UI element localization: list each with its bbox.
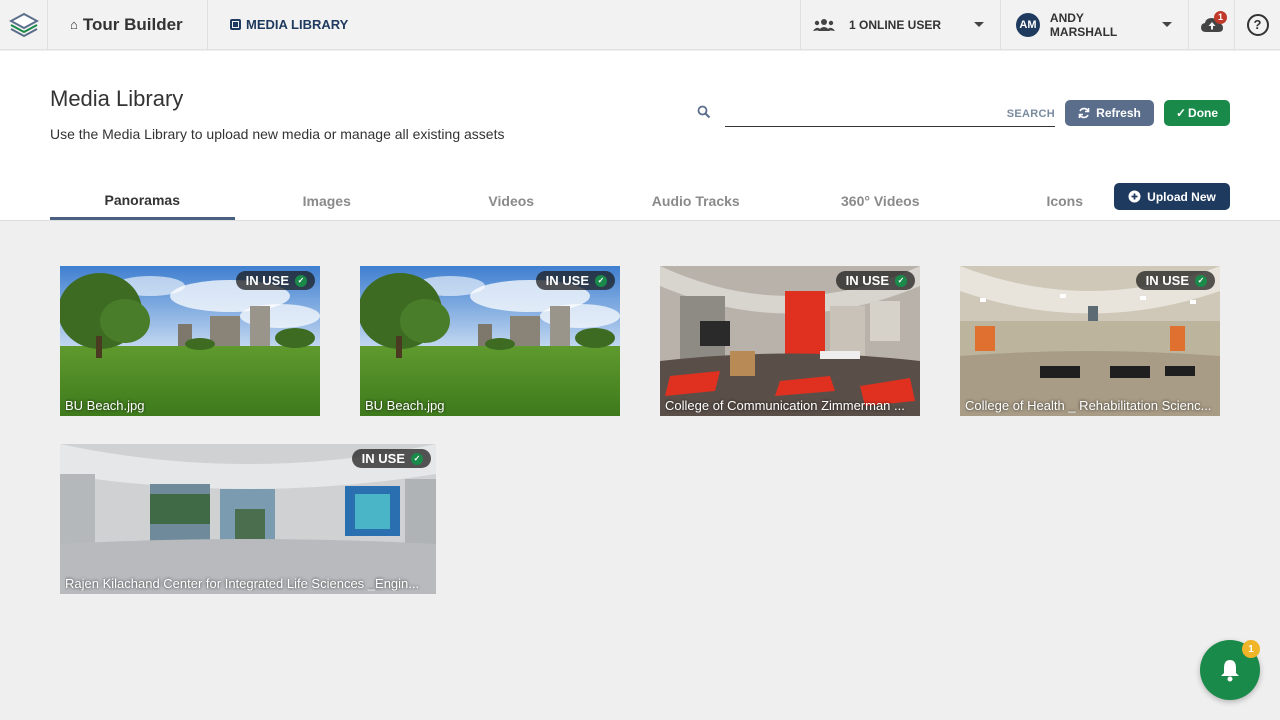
page-subtitle: Use the Media Library to upload new medi… xyxy=(50,126,505,142)
top-bar: ⌂ Tour Builder MEDIA LIBRARY 1 ONLINE US… xyxy=(0,0,1280,50)
in-use-text: IN USE xyxy=(1145,273,1189,288)
in-use-badge: IN USE ✓ xyxy=(235,271,315,290)
chevron-down-icon xyxy=(974,22,984,27)
page-title: Media Library xyxy=(50,86,184,111)
tab-images[interactable]: Images xyxy=(235,182,420,220)
upload-new-button[interactable]: Upload New xyxy=(1114,183,1230,210)
help-icon: ? xyxy=(1246,13,1269,36)
check-circle-icon: ✓ xyxy=(1195,274,1207,287)
cloud-badge: 1 xyxy=(1214,10,1227,24)
user-menu[interactable]: AM ANDY MARSHALL xyxy=(1000,0,1188,50)
app-title-text: Tour Builder xyxy=(82,14,183,34)
media-library-header: Media Library Use the Media Library to u… xyxy=(0,51,1280,221)
tab-panoramas[interactable]: Panoramas xyxy=(50,182,235,220)
home-icon: ⌂ xyxy=(70,17,78,32)
user-name: ANDY MARSHALL xyxy=(1049,10,1118,39)
plus-circle-icon xyxy=(1128,190,1141,203)
online-users-text: 1 ONLINE USER xyxy=(849,17,942,32)
tab-videos[interactable]: Videos xyxy=(419,182,604,220)
media-caption: College of Communication Zimmerman ... xyxy=(665,398,905,413)
media-caption: Rajen Kilachand Center for Integrated Li… xyxy=(65,576,420,591)
bell-icon xyxy=(1221,660,1239,682)
notification-badge: 1 xyxy=(1242,640,1260,658)
cloud-upload-button[interactable]: 1 xyxy=(1188,0,1234,50)
search-label: SEARCH xyxy=(1006,108,1055,120)
app-logo[interactable] xyxy=(0,0,48,50)
tab-360-videos[interactable]: 360° Videos xyxy=(788,182,973,220)
breadcrumb-text: MEDIA LIBRARY xyxy=(246,17,349,32)
in-use-text: IN USE xyxy=(245,273,289,288)
check-circle-icon: ✓ xyxy=(595,274,607,287)
search-input[interactable] xyxy=(725,101,1055,127)
online-users-dropdown[interactable]: 1 ONLINE USER xyxy=(800,0,1000,50)
in-use-text: IN USE xyxy=(845,273,889,288)
in-use-badge: IN USE ✓ xyxy=(535,271,615,290)
media-library-icon xyxy=(230,19,241,30)
users-icon xyxy=(813,18,835,31)
check-icon: ✓ xyxy=(1175,106,1187,120)
search-box: SEARCH xyxy=(697,101,1055,128)
chevron-down-icon xyxy=(1162,22,1172,27)
refresh-icon xyxy=(1078,107,1090,119)
check-circle-icon: ✓ xyxy=(411,452,423,465)
in-use-badge: IN USE ✓ xyxy=(1135,271,1215,290)
done-label: Done xyxy=(1188,106,1219,120)
check-circle-icon: ✓ xyxy=(895,274,907,287)
media-card[interactable]: IN USE ✓ BU Beach.jpg xyxy=(60,266,320,416)
media-tabs: Panoramas Images Videos Audio Tracks 360… xyxy=(50,182,1157,220)
avatar: AM xyxy=(1016,12,1040,37)
tab-audio-tracks[interactable]: Audio Tracks xyxy=(604,182,789,220)
in-use-badge: IN USE ✓ xyxy=(351,449,431,468)
breadcrumb[interactable]: MEDIA LIBRARY xyxy=(208,0,348,50)
in-use-badge: IN USE ✓ xyxy=(835,271,915,290)
help-button[interactable]: ? xyxy=(1234,0,1280,50)
refresh-label: Refresh xyxy=(1096,106,1141,120)
refresh-button[interactable]: Refresh xyxy=(1065,100,1154,126)
media-card[interactable]: IN USE ✓ BU Beach.jpg xyxy=(360,266,620,416)
media-card[interactable]: IN USE ✓ College of Health _ Rehabilitat… xyxy=(960,266,1220,416)
media-caption: College of Health _ Rehabilitation Scien… xyxy=(965,398,1212,413)
media-caption: BU Beach.jpg xyxy=(65,398,145,413)
done-button[interactable]: ✓ Done xyxy=(1164,100,1230,126)
media-card[interactable]: IN USE ✓ College of Communication Zimmer… xyxy=(660,266,920,416)
app-title[interactable]: ⌂ Tour Builder xyxy=(48,0,208,50)
upload-new-label: Upload New xyxy=(1147,189,1216,204)
search-icon xyxy=(697,105,711,119)
in-use-text: IN USE xyxy=(361,451,405,466)
media-card[interactable]: IN USE ✓ Rajen Kilachand Center for Inte… xyxy=(60,444,436,594)
in-use-text: IN USE xyxy=(545,273,589,288)
layers-logo-icon xyxy=(8,12,39,37)
check-circle-icon: ✓ xyxy=(295,274,307,287)
media-caption: BU Beach.jpg xyxy=(365,398,445,413)
